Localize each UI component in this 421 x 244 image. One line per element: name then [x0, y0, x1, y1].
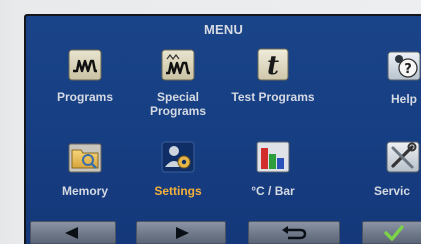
menu-item-settings[interactable]: Settings — [133, 138, 223, 228]
previous-button[interactable] — [30, 221, 116, 244]
menu-item-help[interactable]: ? Help — [356, 46, 421, 136]
units-bar-chart-icon — [254, 138, 292, 176]
menu-item-label: Special Programs — [149, 90, 207, 118]
svg-text:?: ? — [404, 62, 412, 77]
menu-title: MENU — [203, 22, 244, 37]
menu-item-label: Settings — [154, 184, 202, 198]
menu-item-units[interactable]: °C / Bar — [228, 138, 318, 228]
svg-text:t: t — [267, 51, 279, 81]
menu-item-programs[interactable]: Programs — [40, 46, 130, 136]
menu-item-label: Servic — [374, 184, 411, 198]
special-programs-waveform-icon — [159, 46, 197, 84]
settings-user-gear-icon — [159, 138, 197, 176]
device-screen: MENU Programs Special Programs t Test Pr… — [26, 16, 421, 244]
navigation-bar — [26, 221, 421, 244]
test-programs-t-icon: t — [254, 46, 292, 84]
menu-item-service[interactable]: Servic — [356, 138, 421, 228]
arrow-left-icon — [65, 226, 78, 239]
next-button[interactable] — [136, 221, 226, 244]
menu-item-label: Help — [390, 92, 417, 106]
service-tools-icon — [384, 138, 421, 176]
menu-item-label: Test Programs — [231, 90, 315, 104]
menu-item-test-programs[interactable]: t Test Programs — [228, 46, 318, 136]
menu-item-special-programs[interactable]: Special Programs — [133, 46, 223, 136]
menu-item-label: Memory — [61, 184, 108, 198]
menu-item-memory[interactable]: Memory — [40, 138, 130, 228]
check-icon — [384, 224, 404, 241]
help-icon: ? — [386, 46, 421, 84]
page: MENU Programs Special Programs t Test Pr… — [0, 0, 421, 244]
programs-waveform-icon — [66, 46, 104, 84]
menu-item-label: Programs — [56, 90, 114, 104]
return-icon — [282, 225, 307, 239]
confirm-button[interactable] — [362, 221, 421, 244]
back-button[interactable] — [248, 221, 340, 244]
memory-folder-icon — [66, 138, 104, 176]
arrow-right-icon — [176, 226, 189, 239]
menu-item-label: °C / Bar — [251, 184, 295, 198]
